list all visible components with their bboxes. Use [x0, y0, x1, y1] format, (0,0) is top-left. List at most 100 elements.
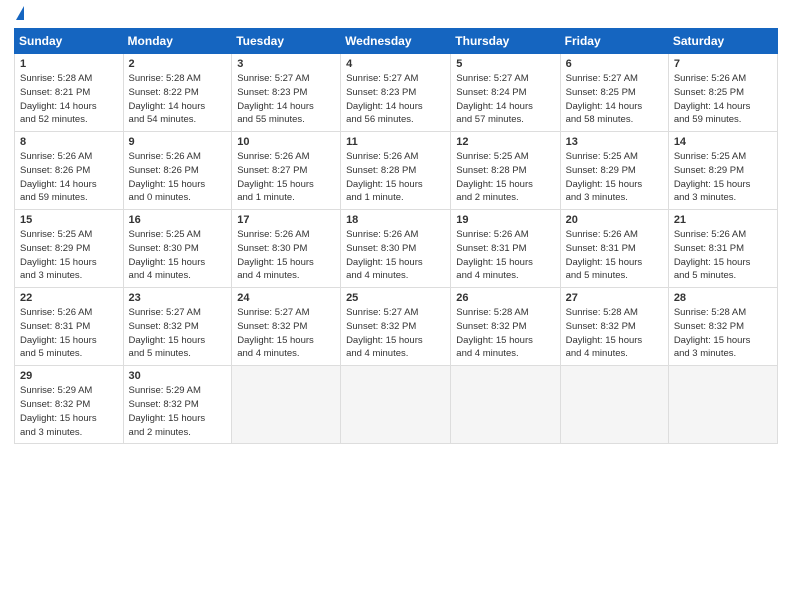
day-info: Sunrise: 5:26 AMSunset: 8:25 PMDaylight:…: [674, 72, 772, 127]
day-info: Sunrise: 5:28 AMSunset: 8:22 PMDaylight:…: [129, 72, 227, 127]
calendar-cell-w2-d6: 21 Sunrise: 5:26 AMSunset: 8:31 PMDayligh…: [668, 210, 777, 288]
day-info: Sunrise: 5:27 AMSunset: 8:25 PMDaylight:…: [566, 72, 663, 127]
day-info: Sunrise: 5:28 AMSunset: 8:32 PMDaylight:…: [456, 306, 554, 361]
calendar-cell-w0-d3: 4 Sunrise: 5:27 AMSunset: 8:23 PMDaylight…: [341, 54, 451, 132]
calendar-cell-w0-d0: 1 Sunrise: 5:28 AMSunset: 8:21 PMDaylight…: [15, 54, 124, 132]
day-number: 8: [20, 136, 118, 148]
calendar-week-4: 29 Sunrise: 5:29 AMSunset: 8:32 PMDayligh…: [15, 366, 778, 444]
calendar-cell-w4-d2: [232, 366, 341, 444]
calendar-cell-w2-d3: 18Sunrise: 5:26 AMSunset: 8:30 PMDayligh…: [341, 210, 451, 288]
calendar-header-sunday: Sunday: [15, 29, 124, 54]
day-number: 18: [346, 214, 445, 226]
day-info: Sunrise: 5:26 AMSunset: 8:31 PMDaylight:…: [20, 306, 118, 361]
calendar-cell-w4-d6: [668, 366, 777, 444]
day-number: 28: [674, 292, 772, 304]
calendar-cell-w2-d2: 17 Sunrise: 5:26 AMSunset: 8:30 PMDayligh…: [232, 210, 341, 288]
calendar-cell-w0-d5: 6Sunrise: 5:27 AMSunset: 8:25 PMDaylight…: [560, 54, 668, 132]
calendar-cell-w0-d1: 2 Sunrise: 5:28 AMSunset: 8:22 PMDaylight…: [123, 54, 232, 132]
day-info: Sunrise: 5:29 AMSunset: 8:32 PMDaylight:…: [129, 384, 227, 439]
day-number: 19: [456, 214, 554, 226]
calendar-cell-w4-d3: [341, 366, 451, 444]
calendar-cell-w3-d4: 26 Sunrise: 5:28 AMSunset: 8:32 PMDayligh…: [451, 288, 560, 366]
day-number: 25: [346, 292, 445, 304]
day-number: 13: [566, 136, 663, 148]
day-number: 1: [20, 58, 118, 70]
calendar-cell-w4-d0: 29 Sunrise: 5:29 AMSunset: 8:32 PMDayligh…: [15, 366, 124, 444]
day-info: Sunrise: 5:29 AMSunset: 8:32 PMDaylight:…: [20, 384, 118, 439]
day-info: Sunrise: 5:25 AMSunset: 8:28 PMDaylight:…: [456, 150, 554, 205]
day-info: Sunrise: 5:26 AMSunset: 8:31 PMDaylight:…: [566, 228, 663, 283]
day-number: 10: [237, 136, 335, 148]
header: [14, 10, 778, 20]
day-info: Sunrise: 5:27 AMSunset: 8:23 PMDaylight:…: [346, 72, 445, 127]
day-info: Sunrise: 5:26 AMSunset: 8:26 PMDaylight:…: [129, 150, 227, 205]
calendar-cell-w0-d4: 5Sunrise: 5:27 AMSunset: 8:24 PMDaylight…: [451, 54, 560, 132]
calendar-week-1: 8 Sunrise: 5:26 AMSunset: 8:26 PMDaylight…: [15, 132, 778, 210]
day-info: Sunrise: 5:25 AMSunset: 8:30 PMDaylight:…: [129, 228, 227, 283]
day-number: 24: [237, 292, 335, 304]
day-info: Sunrise: 5:26 AMSunset: 8:31 PMDaylight:…: [674, 228, 772, 283]
day-number: 22: [20, 292, 118, 304]
day-number: 20: [566, 214, 663, 226]
day-info: Sunrise: 5:27 AMSunset: 8:32 PMDaylight:…: [346, 306, 445, 361]
calendar-cell-w1-d1: 9Sunrise: 5:26 AMSunset: 8:26 PMDaylight…: [123, 132, 232, 210]
calendar-cell-w3-d0: 22 Sunrise: 5:26 AMSunset: 8:31 PMDayligh…: [15, 288, 124, 366]
calendar-cell-w4-d1: 30 Sunrise: 5:29 AMSunset: 8:32 PMDayligh…: [123, 366, 232, 444]
day-number: 21: [674, 214, 772, 226]
calendar-header-row: SundayMondayTuesdayWednesdayThursdayFrid…: [15, 29, 778, 54]
day-info: Sunrise: 5:26 AMSunset: 8:31 PMDaylight:…: [456, 228, 554, 283]
logo-triangle-icon: [16, 6, 24, 20]
day-number: 11: [346, 136, 445, 148]
day-number: 7: [674, 58, 772, 70]
day-number: 16: [129, 214, 227, 226]
day-number: 15: [20, 214, 118, 226]
day-number: 23: [129, 292, 227, 304]
day-info: Sunrise: 5:26 AMSunset: 8:30 PMDaylight:…: [237, 228, 335, 283]
calendar-cell-w4-d4: [451, 366, 560, 444]
day-info: Sunrise: 5:26 AMSunset: 8:28 PMDaylight:…: [346, 150, 445, 205]
calendar-cell-w2-d0: 15Sunrise: 5:25 AMSunset: 8:29 PMDayligh…: [15, 210, 124, 288]
calendar-cell-w1-d2: 10 Sunrise: 5:26 AMSunset: 8:27 PMDayligh…: [232, 132, 341, 210]
calendar-cell-w1-d0: 8 Sunrise: 5:26 AMSunset: 8:26 PMDaylight…: [15, 132, 124, 210]
day-number: 3: [237, 58, 335, 70]
day-info: Sunrise: 5:27 AMSunset: 8:32 PMDaylight:…: [129, 306, 227, 361]
day-number: 5: [456, 58, 554, 70]
calendar-cell-w1-d4: 12 Sunrise: 5:25 AMSunset: 8:28 PMDayligh…: [451, 132, 560, 210]
calendar-header-tuesday: Tuesday: [232, 29, 341, 54]
day-info: Sunrise: 5:28 AMSunset: 8:21 PMDaylight:…: [20, 72, 118, 127]
day-number: 14: [674, 136, 772, 148]
day-info: Sunrise: 5:28 AMSunset: 8:32 PMDaylight:…: [566, 306, 663, 361]
day-info: Sunrise: 5:27 AMSunset: 8:23 PMDaylight:…: [237, 72, 335, 127]
calendar-week-3: 22 Sunrise: 5:26 AMSunset: 8:31 PMDayligh…: [15, 288, 778, 366]
calendar-table: SundayMondayTuesdayWednesdayThursdayFrid…: [14, 28, 778, 444]
calendar-header-saturday: Saturday: [668, 29, 777, 54]
calendar-cell-w3-d6: 28 Sunrise: 5:28 AMSunset: 8:32 PMDayligh…: [668, 288, 777, 366]
calendar-cell-w2-d4: 19 Sunrise: 5:26 AMSunset: 8:31 PMDayligh…: [451, 210, 560, 288]
calendar-week-2: 15Sunrise: 5:25 AMSunset: 8:29 PMDayligh…: [15, 210, 778, 288]
page: SundayMondayTuesdayWednesdayThursdayFrid…: [0, 0, 792, 612]
calendar-header-wednesday: Wednesday: [341, 29, 451, 54]
day-number: 4: [346, 58, 445, 70]
calendar-cell-w3-d3: 25 Sunrise: 5:27 AMSunset: 8:32 PMDayligh…: [341, 288, 451, 366]
day-number: 17: [237, 214, 335, 226]
day-number: 2: [129, 58, 227, 70]
calendar-cell-w0-d6: 7 Sunrise: 5:26 AMSunset: 8:25 PMDaylight…: [668, 54, 777, 132]
calendar-cell-w3-d2: 24Sunrise: 5:27 AMSunset: 8:32 PMDayligh…: [232, 288, 341, 366]
calendar-cell-w1-d3: 11 Sunrise: 5:26 AMSunset: 8:28 PMDayligh…: [341, 132, 451, 210]
calendar-cell-w3-d1: 23 Sunrise: 5:27 AMSunset: 8:32 PMDayligh…: [123, 288, 232, 366]
calendar-cell-w1-d5: 13 Sunrise: 5:25 AMSunset: 8:29 PMDayligh…: [560, 132, 668, 210]
day-number: 26: [456, 292, 554, 304]
calendar-header-friday: Friday: [560, 29, 668, 54]
calendar-header-thursday: Thursday: [451, 29, 560, 54]
calendar-week-0: 1 Sunrise: 5:28 AMSunset: 8:21 PMDaylight…: [15, 54, 778, 132]
day-info: Sunrise: 5:26 AMSunset: 8:27 PMDaylight:…: [237, 150, 335, 205]
day-number: 12: [456, 136, 554, 148]
day-number: 27: [566, 292, 663, 304]
calendar-cell-w1-d6: 14Sunrise: 5:25 AMSunset: 8:29 PMDayligh…: [668, 132, 777, 210]
day-number: 29: [20, 370, 118, 382]
day-info: Sunrise: 5:28 AMSunset: 8:32 PMDaylight:…: [674, 306, 772, 361]
day-info: Sunrise: 5:25 AMSunset: 8:29 PMDaylight:…: [566, 150, 663, 205]
calendar-cell-w2-d5: 20 Sunrise: 5:26 AMSunset: 8:31 PMDayligh…: [560, 210, 668, 288]
day-info: Sunrise: 5:26 AMSunset: 8:26 PMDaylight:…: [20, 150, 118, 205]
day-number: 30: [129, 370, 227, 382]
